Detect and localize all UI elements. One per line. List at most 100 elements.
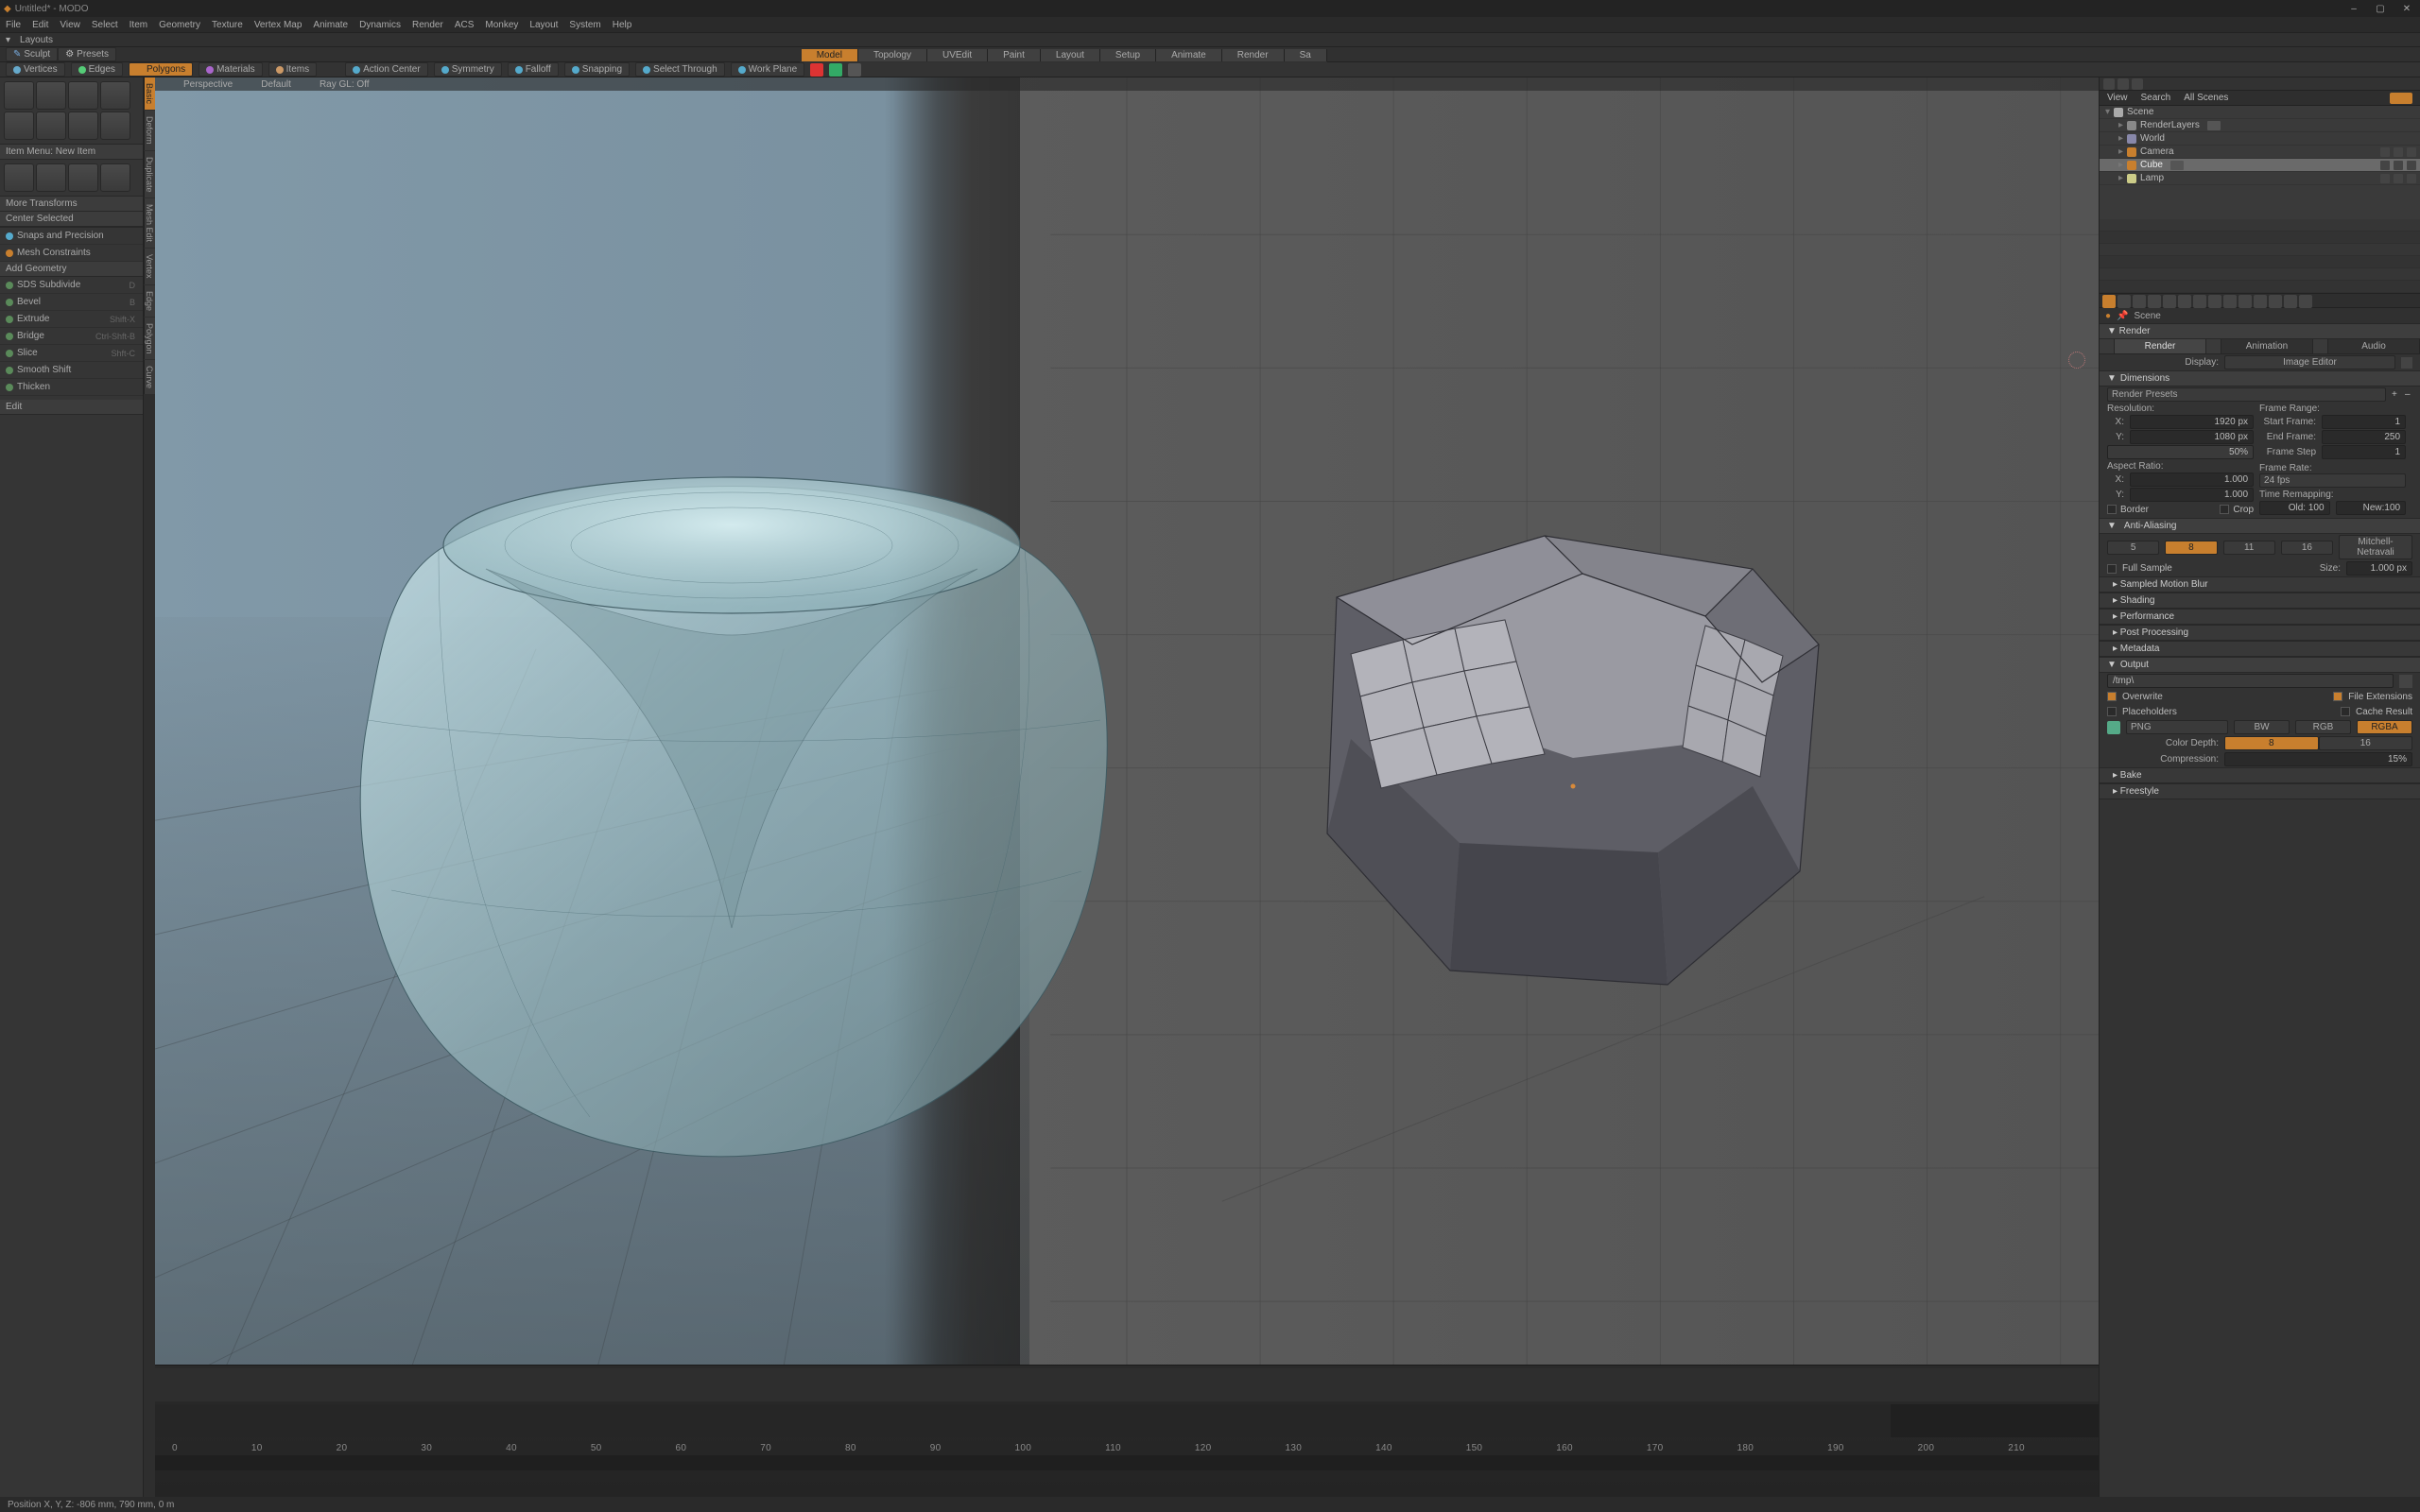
overwrite-check[interactable]: [2107, 692, 2117, 701]
capsule-tool-icon[interactable]: [36, 112, 66, 140]
render-header[interactable]: ▼ Render: [2100, 323, 2420, 339]
opt-falloff[interactable]: Falloff: [508, 62, 559, 77]
object-smooth-cube[interactable]: [325, 437, 1138, 1174]
tool-thicken[interactable]: Thicken: [0, 379, 143, 396]
aspect-y[interactable]: 1.000: [2130, 488, 2254, 502]
sidetab-vertex[interactable]: Vertex: [144, 249, 155, 284]
menu-acs[interactable]: ACS: [455, 20, 475, 30]
display-icon[interactable]: [2401, 357, 2412, 369]
outliner-icon-3[interactable]: [2132, 78, 2143, 90]
layout-tab-setup[interactable]: Setup: [1100, 49, 1156, 61]
color-depth-16[interactable]: 16: [2319, 736, 2413, 750]
menu-layout[interactable]: Layout: [529, 20, 558, 30]
section-performance[interactable]: ▸ Performance: [2100, 609, 2420, 625]
dimensions-header[interactable]: ▼ Dimensions: [2100, 370, 2420, 387]
edit-dropdown[interactable]: Edit: [0, 400, 143, 415]
layout-label[interactable]: Layouts: [20, 35, 53, 45]
layout-dropdown[interactable]: ▾: [6, 35, 10, 45]
cylinder-tool-icon[interactable]: [68, 81, 98, 110]
frame-step[interactable]: 1: [2322, 445, 2406, 459]
axis-toggle-0[interactable]: [810, 63, 823, 77]
prop-tab-icon-13[interactable]: [2299, 295, 2312, 308]
prop-tab-icon-5[interactable]: [2178, 295, 2191, 308]
channels-rgb[interactable]: RGB: [2295, 720, 2351, 734]
move-tool-icon[interactable]: [4, 163, 34, 192]
menu-animate[interactable]: Animate: [313, 20, 348, 30]
tab-animation[interactable]: Animation: [2221, 339, 2313, 353]
outliner-scenes[interactable]: All Scenes: [2184, 93, 2228, 103]
cube-tool-icon[interactable]: [4, 81, 34, 110]
border-check[interactable]: [2107, 505, 2117, 514]
rotate-tool-icon[interactable]: [36, 163, 66, 192]
new-frames[interactable]: New:100: [2336, 501, 2407, 515]
opt-work-plane[interactable]: Work Plane: [731, 62, 805, 77]
menu-view[interactable]: View: [60, 20, 80, 30]
timeline[interactable]: 0102030405060708090100110120130140150160…: [155, 1365, 2099, 1497]
tool-smooth-shift[interactable]: Smooth Shift: [0, 362, 143, 379]
prop-tab-icon-10[interactable]: [2254, 295, 2267, 308]
old-frames[interactable]: Old: 100: [2259, 501, 2330, 515]
menu-select[interactable]: Select: [92, 20, 118, 30]
section-shading[interactable]: ▸ Shading: [2100, 593, 2420, 609]
object-faceted-cube[interactable]: [1261, 493, 1876, 1022]
axis-toggle-2[interactable]: [848, 63, 861, 77]
section-metadata[interactable]: ▸ Metadata: [2100, 641, 2420, 657]
cache-result-check[interactable]: [2341, 707, 2350, 716]
selmode-vertices[interactable]: Vertices: [6, 62, 65, 77]
aa-samples-8[interactable]: 8: [2165, 541, 2217, 555]
res-percent[interactable]: 50%: [2107, 445, 2254, 459]
transform-tool-icon[interactable]: [100, 163, 130, 192]
sculpt-button[interactable]: ✎Sculpt: [6, 47, 58, 61]
selmode-materials[interactable]: Materials: [199, 62, 263, 77]
layout-tab-animate[interactable]: Animate: [1156, 49, 1222, 61]
render-icon[interactable]: [2100, 339, 2115, 353]
section-freestyle[interactable]: ▸ Freestyle: [2100, 783, 2420, 799]
compression-value[interactable]: 15%: [2224, 752, 2412, 766]
layout-tab-sa[interactable]: Sa: [1285, 49, 1327, 61]
placeholders-check[interactable]: [2107, 707, 2117, 716]
menu-system[interactable]: System: [569, 20, 600, 30]
viewport-view-mode[interactable]: Perspective: [183, 79, 233, 90]
opt-select-through[interactable]: Select Through: [635, 62, 725, 77]
more-transforms-dropdown[interactable]: More Transforms: [0, 197, 143, 212]
format-dropdown[interactable]: PNG: [2126, 720, 2228, 734]
aa-samples-11[interactable]: 11: [2223, 541, 2275, 555]
outliner-row-lamp[interactable]: ▸Lamp: [2100, 172, 2420, 185]
sphere-tool-icon[interactable]: [36, 81, 66, 110]
sidetab-mesh-edit[interactable]: Mesh Edit: [144, 198, 155, 248]
outliner-row-cube[interactable]: ▸Cube: [2100, 159, 2420, 172]
snaps-precision-item[interactable]: Snaps and Precision: [0, 228, 143, 245]
layout-tab-uvedit[interactable]: UVEdit: [927, 49, 988, 61]
section-sampled-motion-blur[interactable]: ▸ Sampled Motion Blur: [2100, 576, 2420, 593]
channels-bw[interactable]: BW: [2234, 720, 2290, 734]
outliner-view[interactable]: View: [2107, 93, 2128, 103]
selmode-edges[interactable]: Edges: [71, 62, 123, 77]
opt-action-center[interactable]: Action Center: [345, 62, 428, 77]
plane-tool-icon[interactable]: [68, 112, 98, 140]
layout-tab-layout[interactable]: Layout: [1041, 49, 1100, 61]
animation-icon[interactable]: [2206, 339, 2221, 353]
sidetab-duplicate[interactable]: Duplicate: [144, 151, 155, 198]
sidetab-edge[interactable]: Edge: [144, 285, 155, 317]
prop-tab-icon-6[interactable]: [2193, 295, 2206, 308]
output-path[interactable]: /tmp\: [2107, 674, 2394, 688]
output-header[interactable]: ▼ Output: [2100, 657, 2420, 673]
mesh-constraints-item[interactable]: Mesh Constraints: [0, 245, 143, 262]
outliner-row-camera[interactable]: ▸Camera: [2100, 146, 2420, 159]
aa-size[interactable]: 1.000 px: [2346, 561, 2412, 576]
aa-header[interactable]: ▼ Anti-Aliasing: [2100, 518, 2420, 534]
end-frame[interactable]: 250: [2322, 430, 2406, 444]
layout-tab-model[interactable]: Model: [802, 49, 858, 61]
crop-check[interactable]: [2220, 505, 2229, 514]
layout-tab-render[interactable]: Render: [1222, 49, 1285, 61]
prop-tab-icon-11[interactable]: [2269, 295, 2282, 308]
pin-icon[interactable]: 📌: [2117, 311, 2128, 321]
channels-rgba[interactable]: RGBA: [2357, 720, 2412, 734]
menu-render[interactable]: Render: [412, 20, 443, 30]
opt-symmetry[interactable]: Symmetry: [434, 62, 502, 77]
prop-tab-icon-7[interactable]: [2208, 295, 2221, 308]
folder-icon[interactable]: [2399, 675, 2412, 688]
outliner-icon-2[interactable]: [2118, 78, 2129, 90]
minimize-button[interactable]: –: [2341, 0, 2367, 17]
audio-icon[interactable]: [2313, 339, 2328, 353]
